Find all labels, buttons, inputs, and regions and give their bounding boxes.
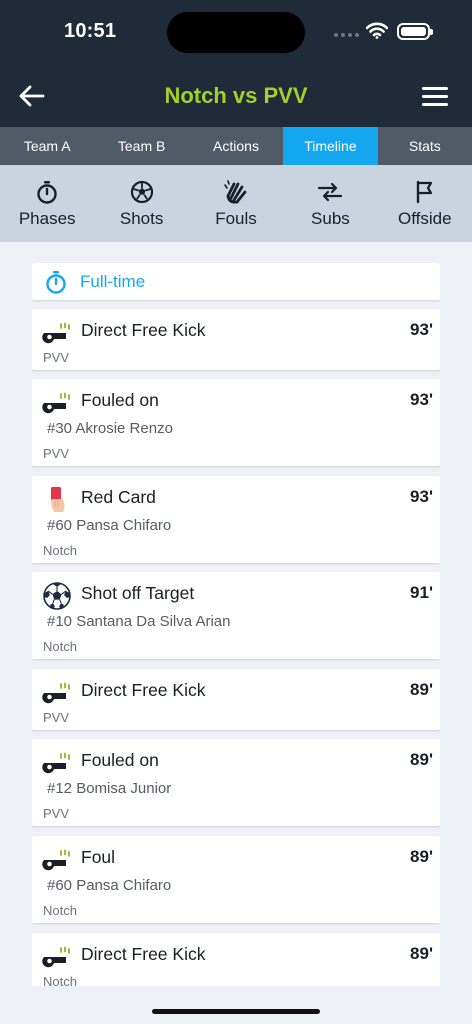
phase-marker: Full-time [32,263,440,300]
menu-button[interactable] [422,80,456,112]
timeline-list[interactable]: Full-time Direct Free Kick 93' PVV Foule… [32,242,440,986]
tab-bar: Team A Team B Actions Timeline Stats [0,127,472,165]
page-title: Notch vs PVV [164,83,308,108]
event-team: PVV [43,350,70,365]
filter-shots[interactable]: Shots [94,165,188,242]
filter-offside[interactable]: Offside [378,165,472,242]
status-time: 10:51 [64,20,117,42]
event-title: Direct Free Kick [81,944,206,964]
timeline-event[interactable]: Fouled on 89' #12 Bomisa Junior PVV [32,739,440,826]
timeline-event[interactable]: Red Card 93' #60 Pansa Chifaro Notch [32,476,440,563]
filter-label: Subs [311,209,350,228]
filter-label: Shots [119,209,164,228]
battery-icon [397,23,433,40]
stopwatch-icon [37,181,57,204]
tab-stats[interactable]: Stats [378,127,472,165]
event-team: Notch [43,903,77,918]
event-player: #12 Bomisa Junior [47,780,172,797]
event-title: Fouled on [81,390,159,410]
filter-bar: Phases Shots Fouls Subs Offside [0,165,472,242]
event-team: Notch [43,974,77,986]
event-minute: 89' [410,847,433,866]
swap-arrows-icon [318,182,343,202]
timeline-event[interactable]: Fouled on 93' #30 Akrosie Renzo PVV [32,379,440,466]
event-minute: 89' [410,680,433,699]
timeline-event[interactable]: Foul 89' #60 Pansa Chifaro Notch [32,836,440,923]
tab-timeline[interactable]: Timeline [283,127,378,165]
event-title: Fouled on [81,750,159,770]
event-minute: 93' [410,320,433,339]
event-minute: 93' [410,487,433,506]
event-title: Shot off Target [81,583,195,603]
soccer-ball-icon [130,180,153,204]
timeline-event[interactable]: Direct Free Kick 89' Notch [32,933,440,986]
dynamic-island [167,12,305,53]
whistle-icon [42,392,70,414]
filter-subs[interactable]: Subs [283,165,377,242]
event-title: Direct Free Kick [81,680,206,700]
whistle-icon [42,946,70,968]
app-header: 10:51 Notch vs PVV [0,0,472,127]
tab-team-a[interactable]: Team A [0,127,94,165]
timeline-event[interactable]: Shot off Target 91' #10 Santana Da Silva… [32,572,440,659]
timeline-event[interactable]: Direct Free Kick 93' PVV [32,309,440,370]
event-minute: 93' [410,390,433,409]
tab-actions[interactable]: Actions [189,127,283,165]
tab-team-b[interactable]: Team B [94,127,188,165]
event-player: #30 Akrosie Renzo [47,420,173,437]
event-team: Notch [43,543,77,558]
event-player: #10 Santana Da Silva Arian [47,613,231,630]
hamburger-icon [422,86,448,90]
event-team: PVV [43,806,70,821]
phase-label: Full-time [80,271,146,291]
red-card-icon [51,487,65,512]
filter-label: Offside [398,209,452,228]
filter-label: Fouls [215,209,257,228]
soccer-ball-icon [43,582,71,610]
cellular-signal-icon [334,33,359,37]
event-player: #60 Pansa Chifaro [47,877,172,894]
event-minute: 91' [410,583,433,602]
event-minute: 89' [410,944,433,963]
event-minute: 89' [410,750,433,769]
flag-icon [416,180,432,204]
wifi-icon [366,22,388,39]
event-title: Foul [81,847,116,867]
home-indicator[interactable] [152,1009,320,1014]
event-team: Notch [43,639,77,654]
stopwatch-icon [46,270,66,294]
event-player: #60 Pansa Chifaro [47,517,172,534]
whistle-icon [42,682,70,704]
timeline-event[interactable]: Direct Free Kick 89' PVV [32,669,440,730]
whistle-icon [42,849,70,871]
event-team: PVV [43,710,70,725]
filter-phases[interactable]: Phases [0,165,94,242]
hand-icon [224,180,247,204]
filter-label: Phases [18,209,76,228]
whistle-icon [42,322,70,344]
whistle-icon [42,752,70,774]
event-team: PVV [43,446,70,461]
filter-fouls[interactable]: Fouls [189,165,283,242]
event-title: Direct Free Kick [81,320,206,340]
event-title: Red Card [81,487,156,507]
